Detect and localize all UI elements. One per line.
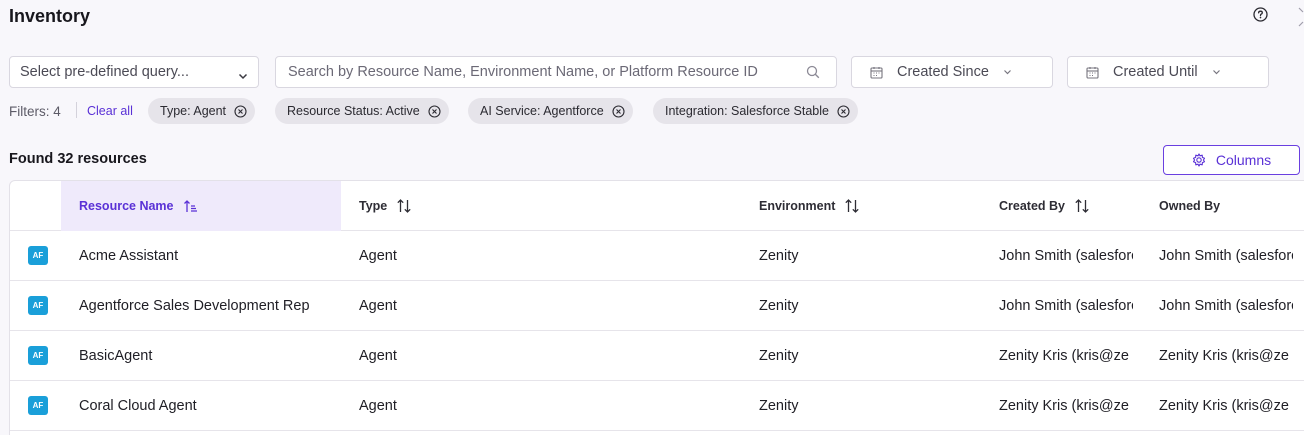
chevron-down-icon bbox=[1212, 69, 1221, 75]
table-row[interactable]: AF Acme Assistant Agent Zenity John Smit… bbox=[10, 231, 1304, 281]
filter-chip-resource-status[interactable]: Resource Status: Active bbox=[275, 98, 449, 124]
column-header-environment[interactable]: Environment bbox=[759, 181, 860, 231]
column-header-created-by[interactable]: Created By bbox=[999, 181, 1090, 231]
filter-chip-label: AI Service: Agentforce bbox=[480, 104, 604, 118]
calendar-icon bbox=[1086, 66, 1099, 79]
agentforce-badge-icon: AF bbox=[28, 396, 48, 415]
cell-type: Agent bbox=[359, 248, 397, 264]
cell-resource-name[interactable]: Coral Cloud Agent bbox=[79, 381, 349, 431]
close-circle-icon[interactable] bbox=[428, 104, 441, 118]
cell-environment: Zenity bbox=[759, 348, 799, 364]
search-icon bbox=[806, 65, 820, 83]
predefined-query-select[interactable]: Select pre-defined query... bbox=[9, 56, 259, 88]
cell-created-by: John Smith (salesforce bbox=[999, 248, 1133, 264]
cell-type: Agent bbox=[359, 298, 397, 314]
gear-icon bbox=[1192, 153, 1206, 167]
close-circle-icon[interactable] bbox=[612, 104, 625, 118]
cell-type: Agent bbox=[359, 398, 397, 414]
chevron-down-icon bbox=[238, 68, 248, 84]
cell-environment: Zenity bbox=[759, 248, 799, 264]
close-circle-icon[interactable] bbox=[234, 104, 247, 118]
divider bbox=[76, 102, 77, 118]
panel-edge-handle[interactable] bbox=[1296, 6, 1304, 28]
created-since-label: Created Since bbox=[897, 64, 989, 80]
cell-environment: Zenity bbox=[759, 398, 799, 414]
calendar-icon bbox=[870, 66, 883, 79]
column-header-label: Resource Name bbox=[79, 199, 174, 213]
filter-chip-label: Type: Agent bbox=[160, 104, 227, 118]
filter-chip-type[interactable]: Type: Agent bbox=[148, 98, 256, 124]
resource-search-input[interactable]: Search by Resource Name, Environment Nam… bbox=[275, 56, 837, 88]
cell-created-by: Zenity Kris (kris@ze bbox=[999, 348, 1129, 364]
clear-all-link[interactable]: Clear all bbox=[87, 104, 133, 118]
column-header-label: Environment bbox=[759, 199, 836, 213]
cell-environment: Zenity bbox=[759, 298, 799, 314]
columns-button-label: Columns bbox=[1215, 152, 1272, 168]
page-title: Inventory bbox=[9, 6, 91, 26]
close-circle-icon[interactable] bbox=[837, 104, 850, 118]
filters-row: Filters: 4 Clear all Type: Agent Resourc… bbox=[0, 98, 1304, 124]
cell-owned-by: Zenity Kris (kris@ze bbox=[1159, 348, 1289, 364]
columns-button[interactable]: Columns bbox=[1163, 145, 1300, 175]
cell-resource-name[interactable]: Acme Assistant bbox=[79, 231, 349, 281]
resources-table: Resource Name Type Environment Created B… bbox=[9, 180, 1304, 435]
sort-arrows-icon[interactable] bbox=[844, 198, 860, 214]
column-header-label: Created By bbox=[999, 199, 1065, 213]
chevron-down-icon bbox=[1003, 69, 1012, 75]
column-header-type[interactable]: Type bbox=[359, 181, 412, 231]
table-row[interactable]: AF Coral Cloud Agent Agent Zenity Zenity… bbox=[10, 381, 1304, 431]
cell-resource-name[interactable]: Agentforce Sales Development Rep bbox=[79, 281, 349, 331]
created-since-picker[interactable]: Created Since bbox=[851, 56, 1053, 88]
table-row[interactable]: AF Agentforce Sales Development Rep Agen… bbox=[10, 281, 1304, 331]
results-count: Found 32 resources bbox=[9, 151, 147, 167]
column-header-label: Owned By bbox=[1159, 199, 1221, 213]
search-placeholder: Search by Resource Name, Environment Nam… bbox=[288, 64, 758, 80]
predefined-query-placeholder: Select pre-defined query... bbox=[20, 64, 189, 80]
filter-chip-label: Integration: Salesforce Stable bbox=[665, 104, 829, 118]
column-header-resource-name[interactable]: Resource Name bbox=[79, 181, 198, 231]
cell-created-by: Zenity Kris (kris@ze bbox=[999, 398, 1129, 414]
help-icon[interactable] bbox=[1253, 7, 1268, 22]
filters-count: Filters: 4 bbox=[9, 104, 61, 119]
cell-owned-by: Zenity Kris (kris@ze bbox=[1159, 398, 1289, 414]
cell-owned-by: John Smith (salesforce bbox=[1159, 298, 1293, 314]
sort-arrows-icon[interactable] bbox=[396, 198, 412, 214]
agentforce-badge-icon: AF bbox=[28, 346, 48, 365]
table-row[interactable]: AF BasicAgent Agent Zenity Zenity Kris (… bbox=[10, 331, 1304, 381]
agentforce-badge-icon: AF bbox=[28, 246, 48, 265]
filter-chip-label: Resource Status: Active bbox=[287, 104, 420, 118]
created-until-picker[interactable]: Created Until bbox=[1067, 56, 1269, 88]
sort-ascending-icon[interactable] bbox=[183, 199, 198, 214]
table-header: Resource Name Type Environment Created B… bbox=[10, 181, 1304, 231]
cell-resource-name[interactable]: BasicAgent bbox=[79, 331, 349, 381]
column-header-owned-by[interactable]: Owned By bbox=[1159, 181, 1220, 231]
sort-arrows-icon[interactable] bbox=[1074, 198, 1090, 214]
column-header-label: Type bbox=[359, 199, 388, 213]
agentforce-badge-icon: AF bbox=[28, 296, 48, 315]
cell-type: Agent bbox=[359, 348, 397, 364]
filter-chip-ai-service[interactable]: AI Service: Agentforce bbox=[468, 98, 633, 124]
cell-created-by: John Smith (salesforce bbox=[999, 298, 1133, 314]
cell-owned-by: John Smith (salesforce bbox=[1159, 248, 1293, 264]
filter-chip-integration[interactable]: Integration: Salesforce Stable bbox=[653, 98, 858, 124]
created-until-label: Created Until bbox=[1113, 64, 1198, 80]
